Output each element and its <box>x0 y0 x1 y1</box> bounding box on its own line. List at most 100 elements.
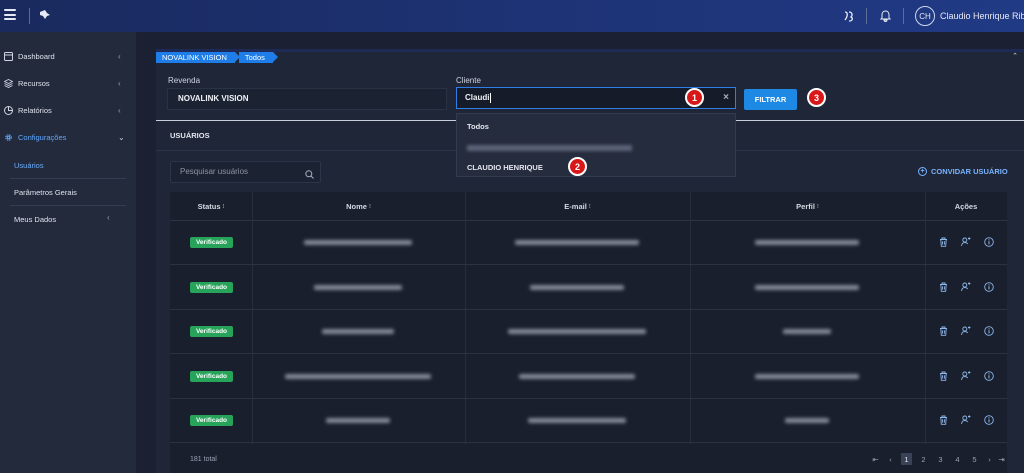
trash-icon[interactable] <box>938 415 948 426</box>
redacted-profile <box>785 418 829 424</box>
next-page-icon[interactable]: › <box>984 453 995 465</box>
avatar[interactable]: CH <box>915 6 935 26</box>
redacted-email <box>519 373 635 379</box>
topbar-divider <box>866 8 867 24</box>
revenda-select[interactable]: NOVALINK VISION <box>167 88 447 110</box>
info-icon[interactable] <box>984 281 994 292</box>
breadcrumb: NOVALINK VISION Todos <box>156 52 278 63</box>
sidebar-item-label: Dashboard <box>18 51 55 61</box>
sidebar-item-configuracoes[interactable]: Configurações ⌄ <box>0 127 136 147</box>
info-icon[interactable] <box>984 237 994 247</box>
status-badge: Verificado <box>190 415 233 427</box>
column-header-email[interactable]: E-mail ⁝ <box>465 192 690 221</box>
annotation-marker: 2 <box>568 157 587 176</box>
table-row[interactable]: Verificado <box>170 355 1007 399</box>
cliente-label: Cliente <box>456 76 481 85</box>
revenda-label: Revenda <box>168 76 201 85</box>
info-icon[interactable] <box>984 371 994 381</box>
sidebar-item-label: Recursos <box>18 78 50 88</box>
redacted-name <box>285 373 431 379</box>
redacted-email <box>528 418 626 424</box>
cliente-dropdown: Todos CLAUDIO HENRIQUE <box>456 113 736 177</box>
chart-pie-icon <box>4 105 13 115</box>
hamburger-menu-icon[interactable] <box>4 9 16 21</box>
sidebar: Dashboard ‹ Recursos ‹ Relatórios ‹ Conf… <box>0 32 136 473</box>
chevron-down-icon: ⌄ <box>118 132 125 142</box>
info-icon[interactable] <box>984 415 994 426</box>
redacted-email <box>530 284 624 290</box>
status-badge: Verificado <box>190 326 233 338</box>
invite-user-label: CONVIDAR USUÁRIO <box>931 167 1008 176</box>
trash-icon[interactable] <box>938 371 948 381</box>
filter-button[interactable]: FILTRAR <box>744 89 797 110</box>
page-button[interactable]: 2 <box>918 453 929 465</box>
redacted-email <box>515 240 639 245</box>
trash-icon[interactable] <box>938 326 948 336</box>
sidebar-item-recursos[interactable]: Recursos ‹ <box>0 73 136 93</box>
status-badge: Verificado <box>190 237 233 248</box>
search-icon[interactable] <box>305 167 314 187</box>
topbar-divider <box>29 8 30 24</box>
sidebar-item-relatorios[interactable]: Relatórios ‹ <box>0 100 136 120</box>
dropdown-option-claudio[interactable]: CLAUDIO HENRIQUE <box>467 163 543 172</box>
annotation-marker: 1 <box>685 88 704 107</box>
first-page-icon[interactable]: ⇤ <box>870 453 881 465</box>
sidebar-item-dashboard[interactable]: Dashboard ‹ <box>0 46 136 66</box>
column-header-perfil[interactable]: Perfil ⁝ <box>690 192 925 221</box>
status-badge: Verificado <box>190 370 233 382</box>
dropdown-option-todos[interactable]: Todos <box>467 122 489 131</box>
last-page-icon[interactable]: ⇥ <box>996 453 1007 465</box>
trash-icon[interactable] <box>938 237 948 247</box>
search-input[interactable]: Pesquisar usuários <box>170 161 321 183</box>
column-header-nome[interactable]: Nome ⁝ <box>252 192 465 221</box>
text-cursor <box>490 92 492 103</box>
user-edit-icon[interactable] <box>961 281 971 292</box>
redacted-name <box>314 284 402 290</box>
chevron-left-icon: ‹ <box>118 105 121 115</box>
info-icon[interactable] <box>984 326 994 336</box>
breadcrumb-item[interactable]: Todos <box>238 52 278 63</box>
sidebar-subitem-meus-dados[interactable]: Meus Dados <box>14 215 56 224</box>
status-badge: Verificado <box>190 281 233 293</box>
user-name[interactable]: Claudio Henrique Ribe <box>940 11 1024 21</box>
table-footer: 181 total ⇤ ‹ 1 2 3 4 5 › ⇥ <box>170 444 1007 473</box>
close-icon[interactable]: × <box>723 88 729 108</box>
chevron-left-icon: ‹ <box>118 51 121 61</box>
user-edit-icon[interactable] <box>961 371 971 381</box>
top-bar: CH Claudio Henrique Ribe <box>0 0 1024 32</box>
page-button[interactable]: 5 <box>969 453 980 465</box>
divider <box>10 178 126 179</box>
redacted-profile <box>783 329 831 335</box>
sidebar-item-label: Relatórios <box>18 105 52 115</box>
table-row[interactable]: Verificado <box>170 399 1007 444</box>
redacted-name <box>304 240 412 245</box>
sidebar-subitem-usuarios[interactable]: Usuários <box>14 161 44 170</box>
prev-page-icon[interactable]: ‹ <box>885 453 896 465</box>
redacted-profile <box>755 240 859 245</box>
user-edit-icon[interactable] <box>961 415 971 425</box>
chevron-up-icon[interactable]: ⌃ <box>1012 52 1018 60</box>
trash-icon[interactable] <box>938 282 948 292</box>
table-row[interactable]: Verificado <box>170 221 1007 265</box>
column-header-status[interactable]: Status ⁝ <box>170 192 252 221</box>
table-row[interactable]: Verificado <box>170 266 1007 310</box>
dropdown-option-redacted[interactable] <box>467 145 632 151</box>
redacted-profile <box>755 373 859 379</box>
table-row[interactable]: Verificado <box>170 310 1007 355</box>
redacted-name <box>326 418 390 424</box>
brand-mark-icon[interactable] <box>841 8 857 24</box>
sidebar-item-label: Configurações <box>18 132 67 142</box>
logo-icon[interactable] <box>38 9 52 21</box>
user-edit-icon[interactable] <box>961 326 971 336</box>
notification-bell-icon[interactable] <box>877 8 893 24</box>
page-button[interactable]: 1 <box>901 453 912 465</box>
invite-user-button[interactable]: + CONVIDAR USUÁRIO <box>918 167 1008 176</box>
topbar-divider <box>903 8 904 24</box>
breadcrumb-item[interactable]: NOVALINK VISION <box>156 52 240 63</box>
annotation-marker: 3 <box>807 88 826 107</box>
page-button[interactable]: 4 <box>952 453 963 465</box>
search-placeholder: Pesquisar usuários <box>180 167 249 176</box>
user-edit-icon[interactable] <box>961 237 971 247</box>
page-button[interactable]: 3 <box>935 453 946 465</box>
sidebar-subitem-parametros[interactable]: Parâmetros Gerais <box>14 188 77 197</box>
